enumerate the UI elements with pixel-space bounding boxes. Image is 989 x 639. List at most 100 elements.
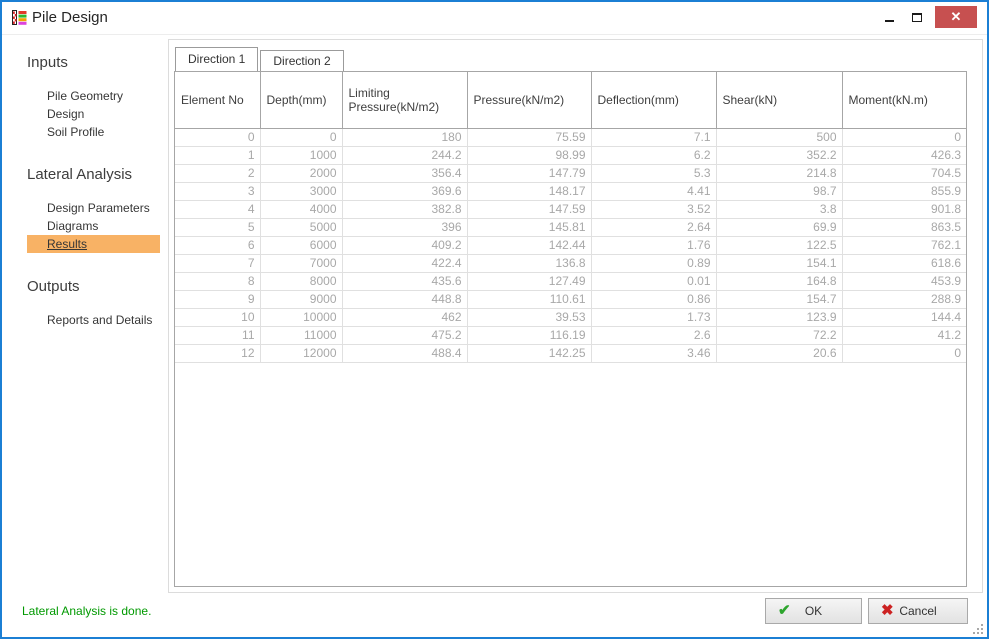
table-cell[interactable]: 0.89 — [591, 254, 716, 272]
table-cell[interactable]: 5.3 — [591, 164, 716, 182]
table-cell[interactable]: 180 — [342, 128, 467, 146]
table-cell[interactable]: 409.2 — [342, 236, 467, 254]
column-header-limiting-pressure[interactable]: Limiting Pressure(kN/m2) — [342, 72, 467, 128]
table-cell[interactable]: 39.53 — [467, 308, 591, 326]
table-cell[interactable]: 0 — [842, 128, 966, 146]
table-cell[interactable]: 98.7 — [716, 182, 842, 200]
sidebar-item-design[interactable]: Design — [27, 105, 160, 123]
table-row[interactable]: 44000382.8147.593.523.8901.8 — [175, 200, 966, 218]
table-row[interactable]: 101000046239.531.73123.9144.4 — [175, 308, 966, 326]
table-row[interactable]: 55000396145.812.6469.9863.5 — [175, 218, 966, 236]
table-cell[interactable]: 4000 — [260, 200, 342, 218]
tab-direction-2[interactable]: Direction 2 — [260, 50, 343, 71]
column-header-deflection[interactable]: Deflection(mm) — [591, 72, 716, 128]
table-cell[interactable]: 5 — [175, 218, 260, 236]
table-cell[interactable]: 75.59 — [467, 128, 591, 146]
table-cell[interactable]: 122.5 — [716, 236, 842, 254]
table-cell[interactable]: 72.2 — [716, 326, 842, 344]
table-cell[interactable]: 127.49 — [467, 272, 591, 290]
table-cell[interactable]: 147.59 — [467, 200, 591, 218]
table-cell[interactable]: 369.6 — [342, 182, 467, 200]
table-cell[interactable]: 6000 — [260, 236, 342, 254]
column-header-shear[interactable]: Shear(kN) — [716, 72, 842, 128]
table-cell[interactable]: 7000 — [260, 254, 342, 272]
table-cell[interactable]: 6.2 — [591, 146, 716, 164]
tab-direction-1[interactable]: Direction 1 — [175, 47, 258, 71]
table-cell[interactable]: 116.19 — [467, 326, 591, 344]
table-cell[interactable]: 762.1 — [842, 236, 966, 254]
table-cell[interactable]: 288.9 — [842, 290, 966, 308]
table-cell[interactable]: 244.2 — [342, 146, 467, 164]
table-cell[interactable]: 3000 — [260, 182, 342, 200]
table-cell[interactable]: 2 — [175, 164, 260, 182]
close-button[interactable]: ✕ — [935, 6, 977, 28]
table-cell[interactable]: 98.99 — [467, 146, 591, 164]
table-cell[interactable]: 142.25 — [467, 344, 591, 362]
table-cell[interactable]: 2.6 — [591, 326, 716, 344]
table-cell[interactable]: 136.8 — [467, 254, 591, 272]
table-cell[interactable]: 435.6 — [342, 272, 467, 290]
table-cell[interactable]: 142.44 — [467, 236, 591, 254]
minimize-button[interactable] — [875, 6, 903, 28]
table-cell[interactable]: 9 — [175, 290, 260, 308]
title-bar[interactable]: Pile Design ✕ — [2, 2, 987, 35]
table-cell[interactable]: 11 — [175, 326, 260, 344]
table-cell[interactable]: 144.4 — [842, 308, 966, 326]
table-cell[interactable]: 462 — [342, 308, 467, 326]
table-cell[interactable]: 147.79 — [467, 164, 591, 182]
table-cell[interactable]: 2.64 — [591, 218, 716, 236]
sidebar-item-soil-profile[interactable]: Soil Profile — [27, 123, 160, 141]
table-cell[interactable]: 453.9 — [842, 272, 966, 290]
sidebar-item-diagrams[interactable]: Diagrams — [27, 217, 160, 235]
table-row[interactable]: 11000244.298.996.2352.2426.3 — [175, 146, 966, 164]
table-cell[interactable]: 20.6 — [716, 344, 842, 362]
table-cell[interactable]: 145.81 — [467, 218, 591, 236]
table-cell[interactable]: 855.9 — [842, 182, 966, 200]
table-cell[interactable]: 41.2 — [842, 326, 966, 344]
table-row[interactable]: 66000409.2142.441.76122.5762.1 — [175, 236, 966, 254]
table-cell[interactable]: 154.1 — [716, 254, 842, 272]
sidebar-item-design-parameters[interactable]: Design Parameters — [27, 199, 160, 217]
table-cell[interactable]: 1000 — [260, 146, 342, 164]
table-row[interactable]: 33000369.6148.174.4198.7855.9 — [175, 182, 966, 200]
table-cell[interactable]: 422.4 — [342, 254, 467, 272]
sidebar-item-pile-geometry[interactable]: Pile Geometry — [27, 87, 160, 105]
table-cell[interactable]: 475.2 — [342, 326, 467, 344]
table-cell[interactable]: 9000 — [260, 290, 342, 308]
table-cell[interactable]: 11000 — [260, 326, 342, 344]
table-cell[interactable]: 12000 — [260, 344, 342, 362]
table-cell[interactable]: 618.6 — [842, 254, 966, 272]
table-cell[interactable]: 0.01 — [591, 272, 716, 290]
table-cell[interactable]: 7.1 — [591, 128, 716, 146]
table-cell[interactable]: 0 — [260, 128, 342, 146]
table-cell[interactable]: 3.8 — [716, 200, 842, 218]
table-cell[interactable]: 4 — [175, 200, 260, 218]
table-row[interactable]: 0018075.597.15000 — [175, 128, 966, 146]
table-cell[interactable]: 3.46 — [591, 344, 716, 362]
table-cell[interactable]: 1.73 — [591, 308, 716, 326]
sidebar-item-reports-and-details[interactable]: Reports and Details — [27, 311, 160, 329]
resize-grip[interactable] — [972, 622, 984, 634]
table-cell[interactable]: 3 — [175, 182, 260, 200]
table-cell[interactable]: 0 — [175, 128, 260, 146]
table-cell[interactable]: 1 — [175, 146, 260, 164]
table-cell[interactable]: 2000 — [260, 164, 342, 182]
table-row[interactable]: 88000435.6127.490.01164.8453.9 — [175, 272, 966, 290]
table-cell[interactable]: 396 — [342, 218, 467, 236]
table-cell[interactable]: 0.86 — [591, 290, 716, 308]
table-cell[interactable]: 10 — [175, 308, 260, 326]
table-cell[interactable]: 12 — [175, 344, 260, 362]
table-cell[interactable]: 154.7 — [716, 290, 842, 308]
table-cell[interactable]: 8000 — [260, 272, 342, 290]
table-cell[interactable]: 214.8 — [716, 164, 842, 182]
table-cell[interactable]: 7 — [175, 254, 260, 272]
maximize-button[interactable] — [903, 6, 931, 28]
table-cell[interactable]: 123.9 — [716, 308, 842, 326]
table-cell[interactable]: 3.52 — [591, 200, 716, 218]
table-cell[interactable]: 901.8 — [842, 200, 966, 218]
table-row[interactable]: 1212000488.4142.253.4620.60 — [175, 344, 966, 362]
table-row[interactable]: 22000356.4147.795.3214.8704.5 — [175, 164, 966, 182]
table-cell[interactable]: 4.41 — [591, 182, 716, 200]
table-cell[interactable]: 382.8 — [342, 200, 467, 218]
sidebar-item-results[interactable]: Results — [27, 235, 160, 253]
